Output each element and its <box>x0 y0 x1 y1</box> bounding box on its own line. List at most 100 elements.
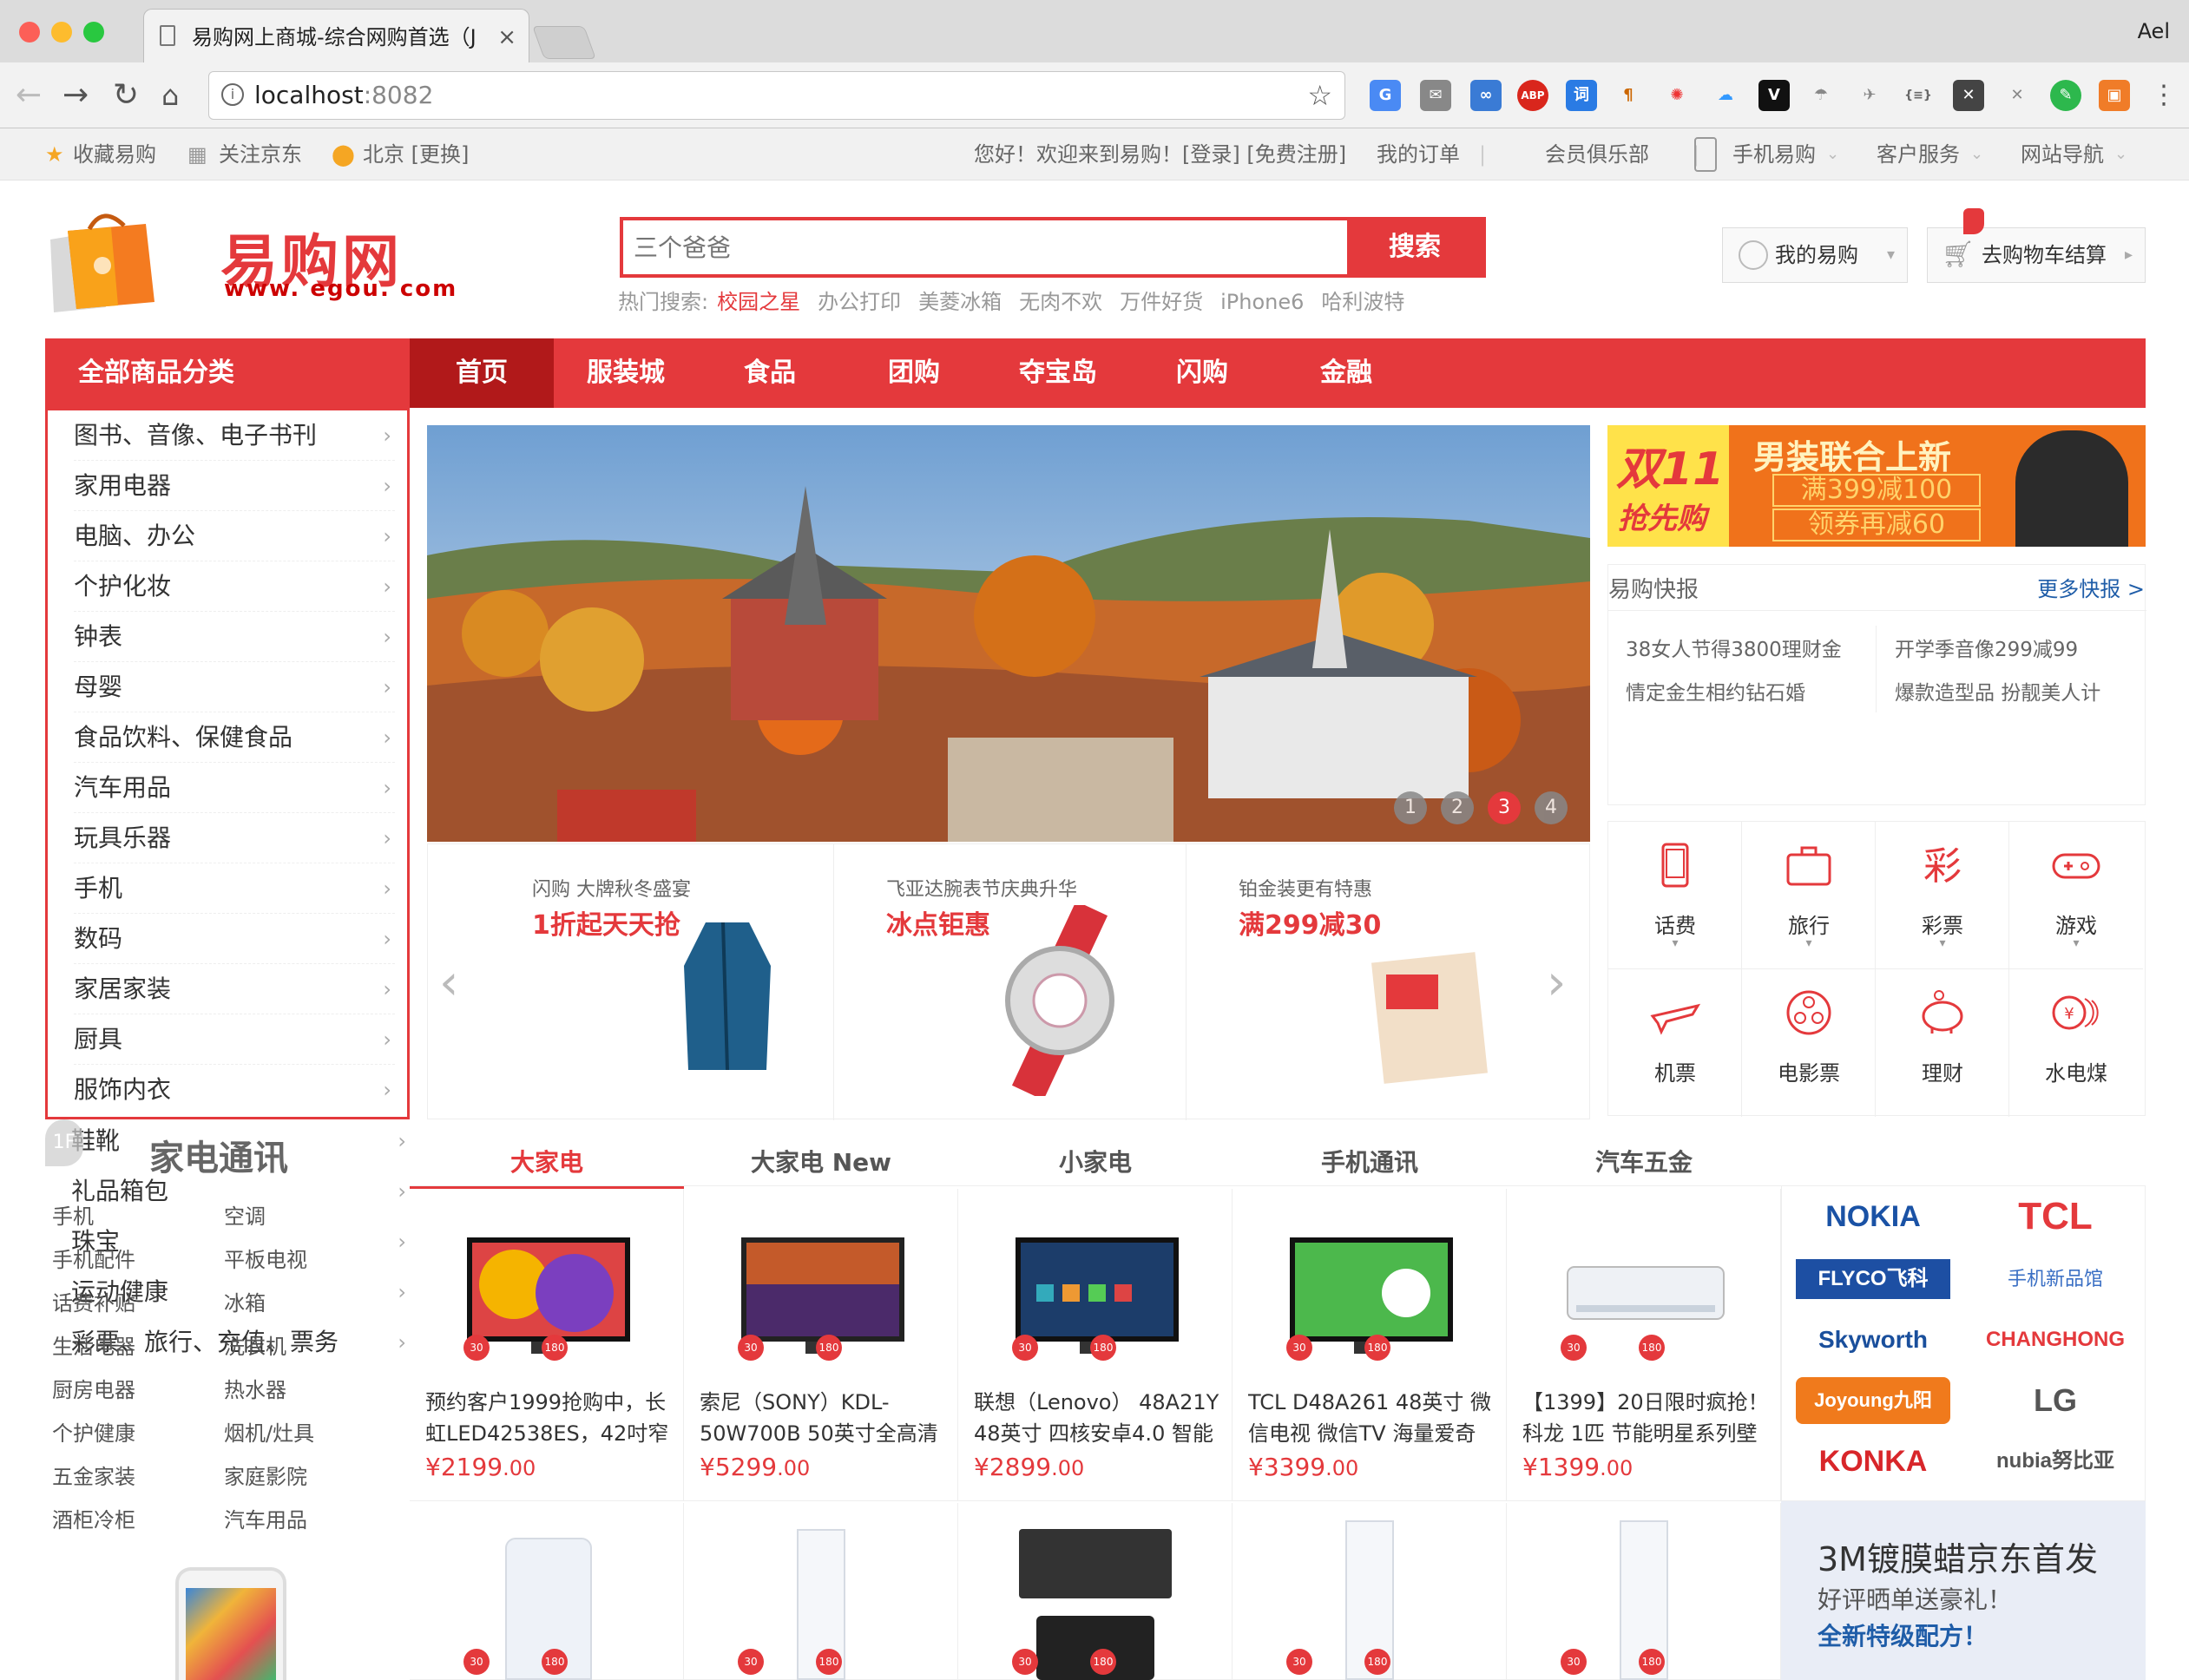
product-name[interactable]: 联想（Lenovo） 48A21Y 48英寸 四核安卓4.0 智能 <box>974 1387 1226 1449</box>
product-card[interactable]: 30 180 TCL D48A261 48英寸 微信电视 微信TV 海量爱奇 ¥3… <box>1233 1189 1507 1501</box>
brand-logo[interactable]: FLYCO飞科 <box>1796 1259 1950 1299</box>
color-wheel-extension-icon[interactable]: ✺ <box>1661 80 1693 111</box>
close-window-button[interactable] <box>19 22 40 43</box>
brand-logo[interactable]: KONKA <box>1782 1431 1964 1492</box>
product-card[interactable]: 30 180 【1399】20日限时疯抢！科龙 1匹 节能明星系列壁 ¥1399.… <box>1507 1189 1781 1501</box>
menu-icon[interactable]: ⋮ <box>2151 78 2177 113</box>
floor-link[interactable]: 生活电器 <box>52 1329 135 1360</box>
promo-card[interactable]: 闪购 大牌秋冬盛宴 1折起天天抢 <box>428 844 834 1120</box>
product-card[interactable]: 30 180 <box>1507 1503 1781 1680</box>
floor-link[interactable]: 空调 <box>224 1199 266 1230</box>
product-card[interactable]: 30 180 联想（Lenovo） 48A21Y 48英寸 四核安卓4.0 智能 … <box>958 1189 1233 1501</box>
service-lottery[interactable]: 彩 彩票 ▾ <box>1876 822 2009 969</box>
brand-logo[interactable]: TCL <box>1964 1186 2146 1247</box>
news-item[interactable]: 38女人节得3800理财金 <box>1626 633 1842 662</box>
link-extension-icon[interactable]: ∞ <box>1470 80 1502 111</box>
floor-link[interactable]: 五金家装 <box>52 1460 135 1490</box>
mobile-link[interactable]: 手机易购 <box>1732 128 1816 180</box>
product-card[interactable]: 30 180 预约客户1999抢购中，长虹LED42538ES，42吋窄 ¥219… <box>410 1189 684 1501</box>
all-categories-label[interactable]: 全部商品分类 <box>45 338 410 408</box>
orders-link[interactable]: 我的订单 <box>1377 128 1460 180</box>
category-item[interactable]: 家用电器 › <box>74 461 395 511</box>
hot-link[interactable]: 哈利波特 <box>1321 290 1404 314</box>
vip-link[interactable]: 会员俱乐部 <box>1545 128 1649 180</box>
product-card[interactable]: 30 180 <box>1233 1503 1507 1680</box>
product-card[interactable]: 30 180 <box>410 1503 684 1680</box>
login-greeting[interactable]: 您好！欢迎来到易购！[登录] [免费注册] <box>974 128 1346 180</box>
translate-extension-icon[interactable]: G <box>1370 80 1401 111</box>
hero-banner-image[interactable] <box>427 425 1590 842</box>
floor-link[interactable]: 汽车用品 <box>224 1503 307 1533</box>
phone-image[interactable] <box>175 1567 286 1680</box>
category-item[interactable]: 数码 › <box>74 914 395 964</box>
service-game[interactable]: 游戏 ▾ <box>2009 822 2143 969</box>
service-utilities[interactable]: ¥ 水电煤 <box>2009 969 2143 1117</box>
floor-tab[interactable]: 小家电 <box>958 1137 1233 1189</box>
floor-link[interactable]: 手机配件 <box>52 1243 135 1273</box>
search-button[interactable]: 搜索 <box>1347 220 1482 274</box>
brand-logo[interactable]: 手机新品馆 <box>1964 1249 2146 1309</box>
brand-logo[interactable]: nubia努比亚 <box>1964 1431 2146 1492</box>
floor-link[interactable]: 平板电视 <box>224 1243 307 1273</box>
service-flight[interactable]: 机票 <box>1608 969 1742 1117</box>
brand-logo[interactable]: LG <box>1964 1370 2146 1431</box>
product-name[interactable]: TCL D48A261 48英寸 微信电视 微信TV 海量爱奇 <box>1248 1387 1500 1449</box>
brand-ad-banner[interactable]: 3M镀膜蜡京东首发 好评晒单送豪礼！ 全新特级配方！ <box>1781 1501 2146 1680</box>
hot-link[interactable]: 办公打印 <box>818 290 901 314</box>
hot-link[interactable]: 无肉不欢 <box>1019 290 1102 314</box>
hot-link[interactable]: 万件好货 <box>1120 290 1203 314</box>
dictionary-extension-icon[interactable]: 词 <box>1566 80 1597 111</box>
category-item[interactable]: 图书、音像、电子书刊 › <box>74 410 395 461</box>
news-item[interactable]: 爆款造型品 扮靓美人计 <box>1895 676 2100 705</box>
category-item[interactable]: 厨具 › <box>74 1014 395 1065</box>
floor-link[interactable]: 烟机/灶具 <box>224 1416 314 1447</box>
brand-logo[interactable]: NOKIA <box>1782 1186 1964 1247</box>
news-item[interactable]: 情定金生相约钻石婚 <box>1626 676 1805 705</box>
carousel-next-icon[interactable]: › <box>1547 955 1566 1011</box>
close-tab-icon[interactable]: × <box>497 10 516 64</box>
nav-item-food[interactable]: 食品 <box>698 338 842 408</box>
category-item[interactable]: 手机 › <box>74 863 395 914</box>
nav-item-treasure[interactable]: 夺宝岛 <box>986 338 1130 408</box>
json-extension-icon[interactable]: {≡} <box>1903 80 1934 111</box>
carousel-dot[interactable]: 2 <box>1441 791 1474 824</box>
service-link[interactable]: 客户服务 <box>1877 128 1960 180</box>
carousel-dot[interactable]: 4 <box>1535 791 1568 824</box>
hot-link[interactable]: 美菱冰箱 <box>918 290 1002 314</box>
sitenav-link[interactable]: 网站导航 <box>2021 128 2104 180</box>
floor-link[interactable]: 热水器 <box>224 1373 286 1403</box>
product-card[interactable]: 30 180 <box>958 1503 1233 1680</box>
cross-extension-icon[interactable]: ✕ <box>2002 80 2033 111</box>
floor-tab[interactable]: 大家电 New <box>684 1137 958 1189</box>
mail-extension-icon[interactable]: ✉ <box>1420 80 1451 111</box>
floor-link[interactable]: 个护健康 <box>52 1416 135 1447</box>
product-name[interactable]: 索尼（SONY）KDL-50W700B 50英寸全高清LED <box>700 1387 951 1449</box>
logo-bag-icon[interactable] <box>42 205 163 312</box>
evernote-extension-icon[interactable]: ✎ <box>2050 80 2081 111</box>
product-card[interactable]: 30 180 <box>684 1503 958 1680</box>
parachute-extension-icon[interactable]: ☂ <box>1805 80 1837 111</box>
browser-tab[interactable]: 易购网上商城-综合网购首选（J × <box>143 9 529 64</box>
category-item[interactable]: 汽车用品 › <box>74 763 395 813</box>
plane-extension-icon[interactable]: ✈ <box>1854 80 1885 111</box>
floor-link[interactable]: 话费补贴 <box>52 1286 135 1316</box>
brand-logo[interactable]: CHANGHONG <box>1964 1309 2146 1370</box>
floor-tab[interactable]: 手机通讯 <box>1233 1137 1507 1189</box>
brand-logo[interactable]: Joyoung九阳 <box>1796 1377 1950 1424</box>
floor-link[interactable]: 家庭影院 <box>224 1460 307 1490</box>
category-item[interactable]: 钟表 › <box>74 612 395 662</box>
category-item[interactable]: 电脑、办公 › <box>74 511 395 561</box>
carousel-dot-active[interactable]: 3 <box>1488 791 1521 824</box>
category-item[interactable]: 食品饮料、保健食品 › <box>74 712 395 763</box>
promo-card[interactable]: 铂金装更有特惠 满299减30 <box>1187 844 1591 1120</box>
home-icon[interactable]: ⌂ <box>161 78 179 113</box>
back-icon[interactable]: ← <box>16 78 42 113</box>
category-item[interactable]: 母婴 › <box>74 662 395 712</box>
forward-icon[interactable]: → <box>62 78 89 113</box>
city-switch[interactable]: 北京 [更换] <box>363 128 469 180</box>
search-input[interactable] <box>623 220 1349 274</box>
address-bar[interactable]: i localhost:8082 ☆ <box>208 71 1345 120</box>
floor-tab-active[interactable]: 大家电 <box>410 1137 684 1189</box>
news-item[interactable]: 开学季音像299减99 <box>1895 633 2078 662</box>
floor-link[interactable]: 手机 <box>52 1199 94 1230</box>
